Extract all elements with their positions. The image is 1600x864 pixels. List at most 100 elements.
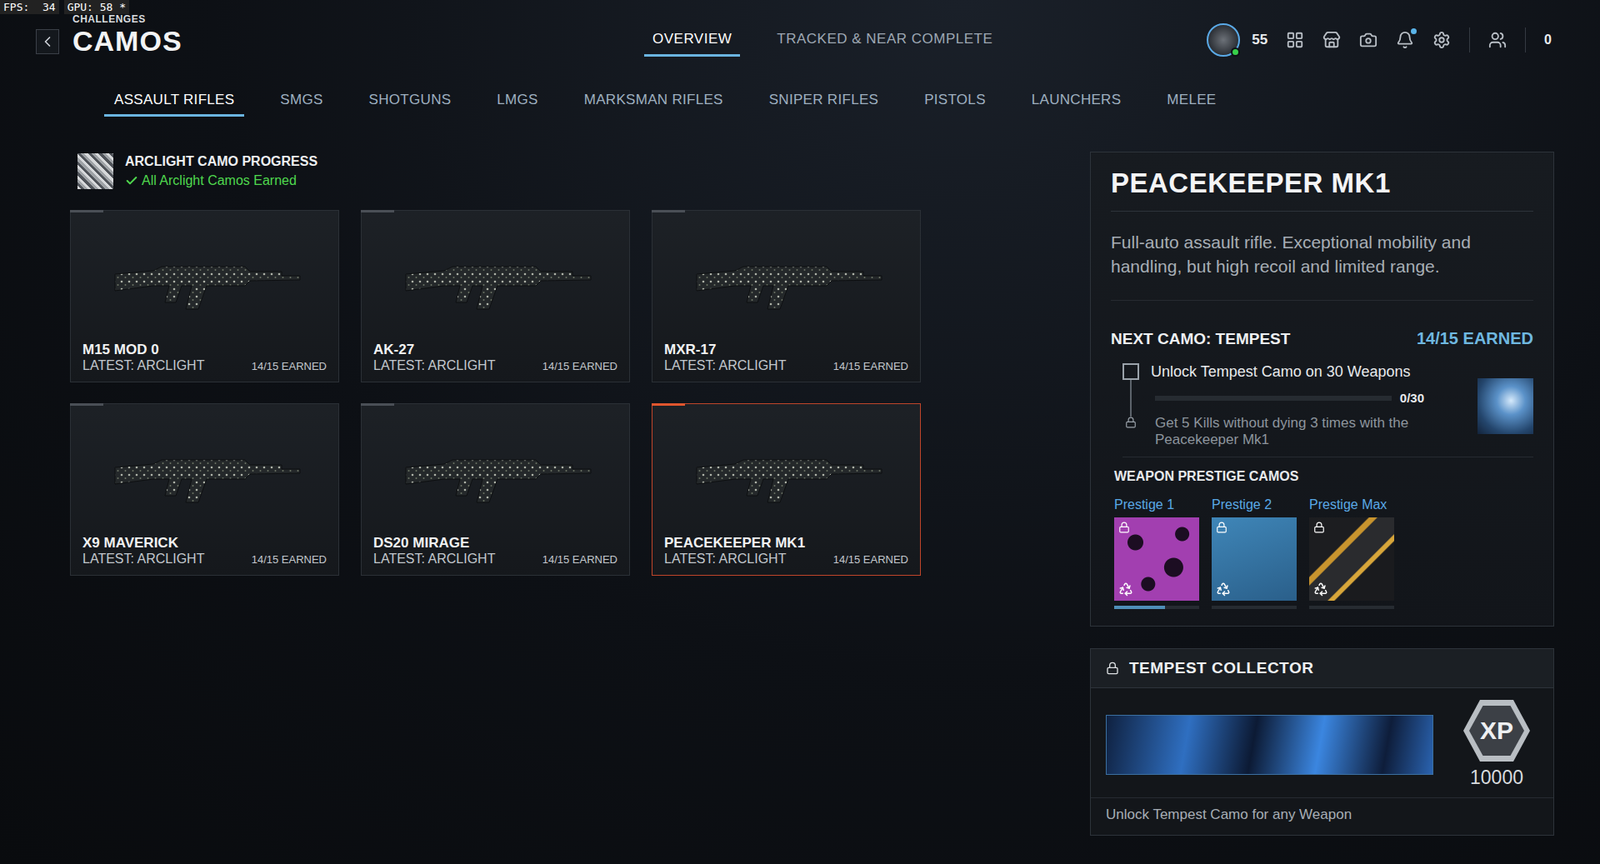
category-tab[interactable]: SNIPER RIFLES: [759, 88, 889, 117]
prestige-camo[interactable]: Prestige 2: [1211, 497, 1297, 610]
weapon-preview: [82, 222, 327, 342]
chevron-left-icon: [39, 33, 56, 50]
weapon-card[interactable]: PEACEKEEPER MK1LATEST: ARCLIGHT14/15 EAR…: [651, 403, 921, 576]
back-button[interactable]: [35, 29, 60, 55]
grid-icon: [1285, 30, 1305, 50]
category-tab[interactable]: SHOTGUNS: [359, 88, 462, 117]
challenge-progress: 0/30: [1150, 390, 1425, 405]
fps-counter: FPS: 34: [0, 0, 60, 15]
category-tab[interactable]: ASSAULT RIFLES: [104, 88, 245, 117]
notifications-button[interactable]: [1395, 30, 1415, 50]
weapon-card[interactable]: MXR-17LATEST: ARCLIGHT14/15 EARNED: [651, 210, 921, 383]
collector-description: Unlock Tempest Camo for any Weapon: [1090, 797, 1554, 835]
divider: [1469, 27, 1470, 53]
collector-panel: TEMPEST COLLECTORXP10000Unlock Tempest C…: [1090, 648, 1555, 836]
next-camo-row: NEXT CAMO: TEMPEST14/15 EARNED: [1110, 329, 1534, 349]
xp-badge-inner: XP: [1469, 705, 1525, 756]
prestige-camo[interactable]: Prestige Max: [1309, 497, 1395, 610]
weapon-icon: [686, 442, 887, 510]
weapon-card[interactable]: DS20 MIRAGELATEST: ARCLIGHT14/15 EARNED: [360, 403, 630, 576]
latest-camo: LATEST: ARCLIGHT: [82, 551, 205, 567]
top-tabs: OVERVIEW TRACKED & NEAR COMPLETE: [644, 15, 1001, 57]
progress-title: ARCLIGHT CAMO PROGRESS: [125, 154, 318, 170]
weapon-icon: [395, 249, 596, 316]
card-accent: [70, 210, 104, 213]
tile-lock: [1118, 521, 1130, 534]
title-text: CHALLENGESCAMOS: [72, 13, 183, 58]
card-accent: [651, 210, 685, 213]
check-icon: [125, 174, 139, 188]
weapon-icon: [105, 249, 305, 316]
earned-count: 14/15 EARNED: [833, 553, 909, 566]
camera-icon: [1359, 30, 1378, 50]
weapon-detail: PEACEKEEPER MK1Full-auto assault rifle. …: [1090, 151, 1555, 627]
lock-icon: [1118, 521, 1130, 534]
weapon-preview: [82, 415, 327, 535]
prestige-title: WEAPON PRESTIGE CAMOS: [1114, 469, 1534, 485]
weapon-card[interactable]: M15 MOD 0LATEST: ARCLIGHT14/15 EARNED: [70, 210, 340, 383]
weapon-preview: [373, 415, 618, 535]
settings-button[interactable]: [1432, 30, 1451, 50]
earned-count: 14/15 EARNED: [833, 360, 909, 373]
latest-camo: LATEST: ARCLIGHT: [664, 551, 786, 567]
category-tab[interactable]: PISTOLS: [914, 88, 996, 117]
breadcrumb: CHALLENGES: [72, 13, 183, 25]
store-icon: [1322, 30, 1341, 50]
earned-count: 14/15 EARNED: [542, 360, 618, 373]
weapon-grid: M15 MOD 0LATEST: ARCLIGHT14/15 EARNEDAK-…: [70, 210, 1057, 576]
notification-dot: [1410, 28, 1417, 35]
prestige-icon: [1118, 581, 1134, 597]
player-avatar[interactable]: [1206, 23, 1240, 57]
card-footer: LATEST: ARCLIGHT 14/15 EARNED: [664, 551, 909, 567]
challenge-body: Unlock Tempest Camo on 30 Weapons0/30Get…: [1150, 363, 1425, 449]
xp-value: 10000: [1470, 766, 1524, 790]
weapon-icon: [686, 249, 887, 316]
detail-column: PEACEKEEPER MK1Full-auto assault rifle. …: [1090, 151, 1555, 836]
menu-button[interactable]: [1285, 30, 1305, 50]
gear-icon: [1432, 30, 1451, 50]
store-button[interactable]: [1322, 30, 1341, 50]
category-tab[interactable]: MARKSMAN RIFLES: [574, 88, 734, 117]
category-tabs: ASSAULT RIFLES SMGS SHOTGUNS LMGS MARKSMAN R…: [0, 83, 1600, 142]
header: CHALLENGESCAMOS OVERVIEW TRACKED & NEAR CO…: [0, 0, 1600, 84]
friends-icon: [1488, 30, 1507, 50]
category-tab[interactable]: SMGS: [270, 88, 333, 117]
weapon-card[interactable]: AK-27LATEST: ARCLIGHT14/15 EARNED: [360, 210, 630, 383]
collector-body: XP 10000: [1090, 688, 1554, 798]
category-tab[interactable]: MELEE: [1156, 88, 1226, 117]
prestige-label: Prestige Max: [1309, 497, 1395, 513]
progress-track: [1155, 395, 1392, 401]
collector-image: [1105, 715, 1434, 775]
lock-icon: [1313, 521, 1325, 534]
camo-progress: ARCLIGHT CAMO PROGRESSAll Arclight Camos…: [77, 153, 1057, 190]
tile-badge: [1313, 581, 1329, 597]
top-tab[interactable]: OVERVIEW: [644, 29, 740, 57]
top-tab[interactable]: TRACKED & NEAR COMPLETE: [768, 29, 1001, 57]
prestige-icon: [1215, 581, 1231, 597]
card-accent: [360, 403, 395, 406]
prestige-camos: Prestige 1Prestige 2 Prestige Max: [1114, 497, 1534, 610]
latest-camo: LATEST: ARCLIGHT: [373, 551, 495, 567]
progress-reading: 0/30: [1400, 390, 1425, 405]
card-footer: LATEST: ARCLIGHT14/15 EARNED: [664, 358, 909, 374]
tile-track: [1114, 605, 1200, 610]
detail-description: Full-auto assault rifle. Exceptional mob…: [1110, 230, 1534, 301]
player-level: 55: [1251, 31, 1268, 49]
camera-button[interactable]: [1359, 30, 1378, 50]
challenge-checkbox[interactable]: [1122, 363, 1140, 380]
category-tab[interactable]: LMGS: [486, 88, 548, 117]
tile-fill: [1114, 605, 1165, 610]
challenge-title: Unlock Tempest Camo on 30 Weapons: [1150, 363, 1425, 381]
card-footer: LATEST: ARCLIGHT 14/15 EARNED: [373, 551, 618, 567]
weapon-card[interactable]: X9 MAVERICKLATEST: ARCLIGHT14/15 EARNED: [70, 403, 340, 576]
weapon-list: ARCLIGHT CAMO PROGRESSAll Arclight Camos…: [70, 150, 1057, 836]
camos-screen: FPS: 34GPU: 58 *CHALLENGESCAMOSOVERVIEWT…: [0, 0, 1600, 864]
card-footer: LATEST: ARCLIGHT14/15 EARNED: [82, 551, 327, 567]
social-button[interactable]: [1488, 30, 1507, 50]
connector-line: [1130, 380, 1132, 417]
challenge: Unlock Tempest Camo on 30 Weapons0/30Get…: [1122, 363, 1534, 458]
earned-count: 14/15 EARNED: [542, 553, 618, 566]
prestige-camo[interactable]: Prestige 1: [1114, 497, 1200, 610]
category-tab[interactable]: LAUNCHERS: [1021, 88, 1132, 117]
lock-icon: [1215, 521, 1228, 534]
